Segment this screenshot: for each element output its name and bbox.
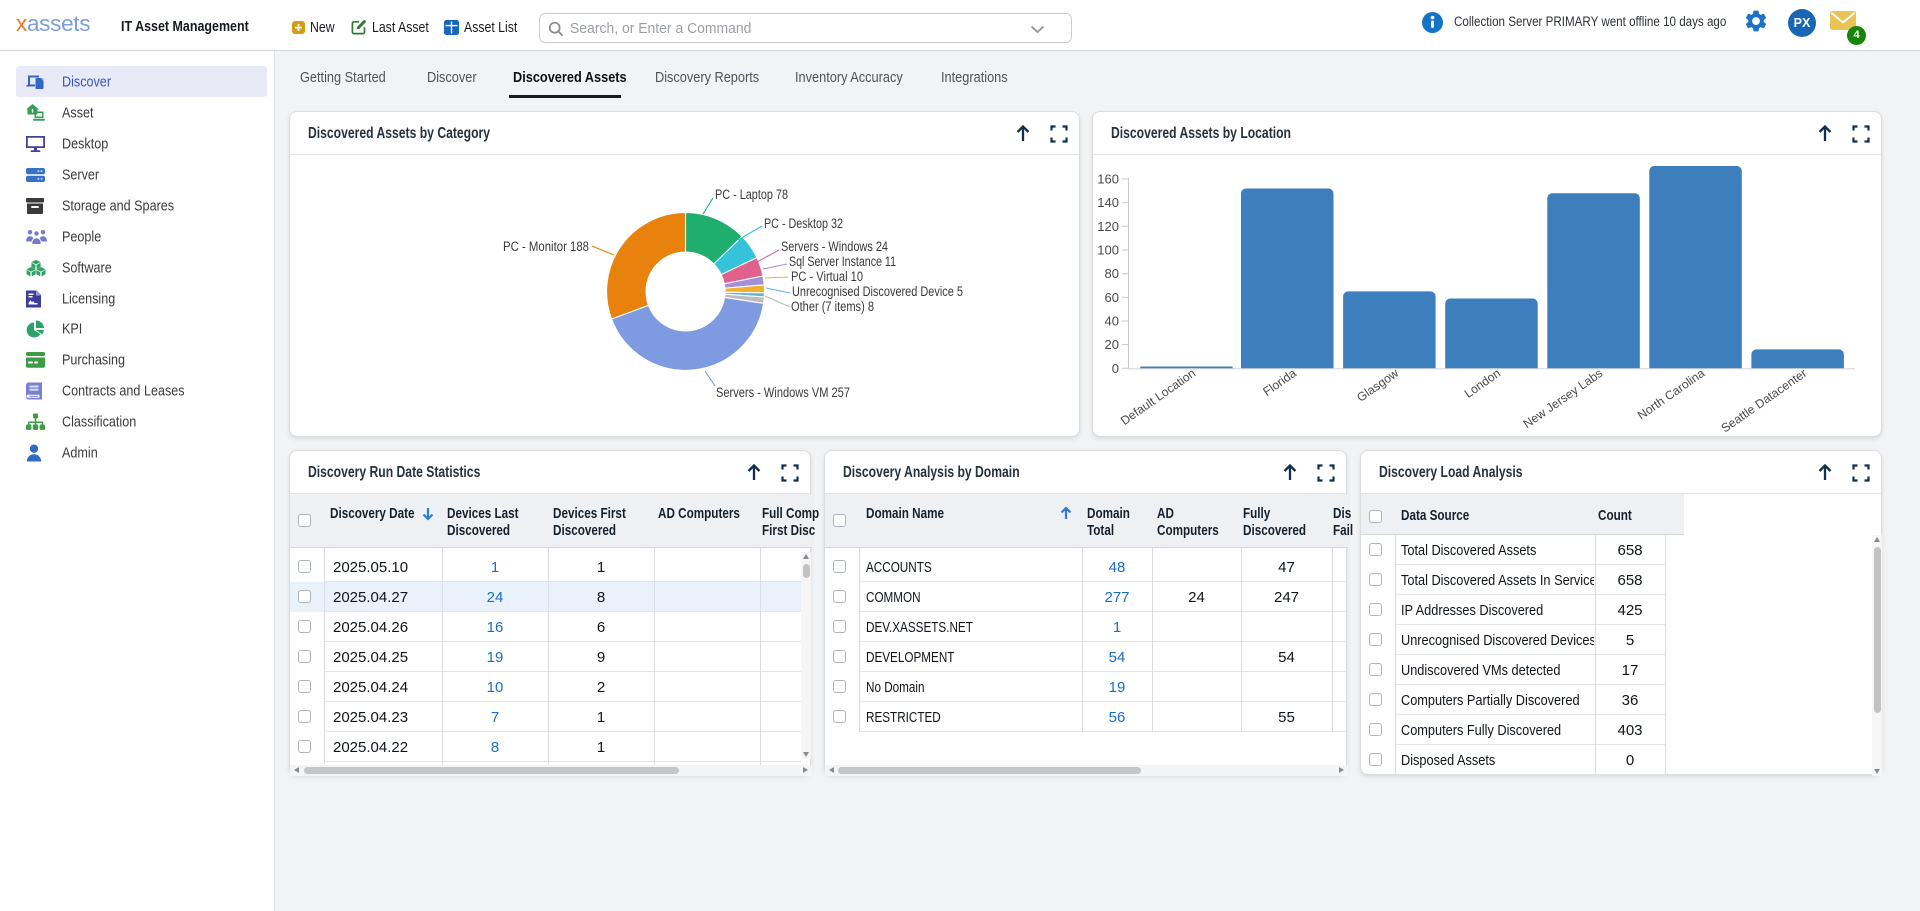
svg-text:80: 80	[1105, 266, 1119, 281]
svg-text:Florida: Florida	[1260, 366, 1299, 399]
svg-text:120: 120	[1097, 219, 1119, 234]
svg-text:PC - Laptop 78: PC - Laptop 78	[715, 187, 788, 202]
svg-text:Glasgow: Glasgow	[1354, 366, 1401, 405]
svg-text:PC - Virtual 10: PC - Virtual 10	[791, 269, 863, 284]
svg-text:Servers - Windows 24: Servers - Windows 24	[781, 239, 888, 254]
svg-text:160: 160	[1097, 172, 1119, 187]
svg-text:60: 60	[1105, 290, 1119, 305]
svg-text:0: 0	[1112, 361, 1119, 376]
svg-text:PC - Desktop 32: PC - Desktop 32	[764, 216, 843, 231]
svg-text:North Carolina: North Carolina	[1635, 366, 1708, 423]
svg-text:Unrecognised Discovered Device: Unrecognised Discovered Device 5	[792, 284, 963, 299]
svg-text:100: 100	[1097, 243, 1119, 258]
svg-text:20: 20	[1105, 337, 1119, 352]
svg-text:Default Location: Default Location	[1118, 366, 1198, 428]
svg-text:New Jersey Labs: New Jersey Labs	[1521, 366, 1606, 431]
svg-text:Other (7 items) 8: Other (7 items) 8	[791, 299, 874, 314]
svg-text:140: 140	[1097, 195, 1119, 210]
svg-text:PC - Monitor 188: PC - Monitor 188	[503, 239, 589, 254]
svg-text:London: London	[1462, 366, 1503, 401]
svg-text:Seattle Datacenter: Seattle Datacenter	[1719, 366, 1810, 435]
svg-text:Servers - Windows VM 257: Servers - Windows VM 257	[716, 385, 850, 400]
svg-text:Sql Server Instance 11: Sql Server Instance 11	[789, 254, 896, 269]
svg-text:40: 40	[1105, 314, 1119, 329]
